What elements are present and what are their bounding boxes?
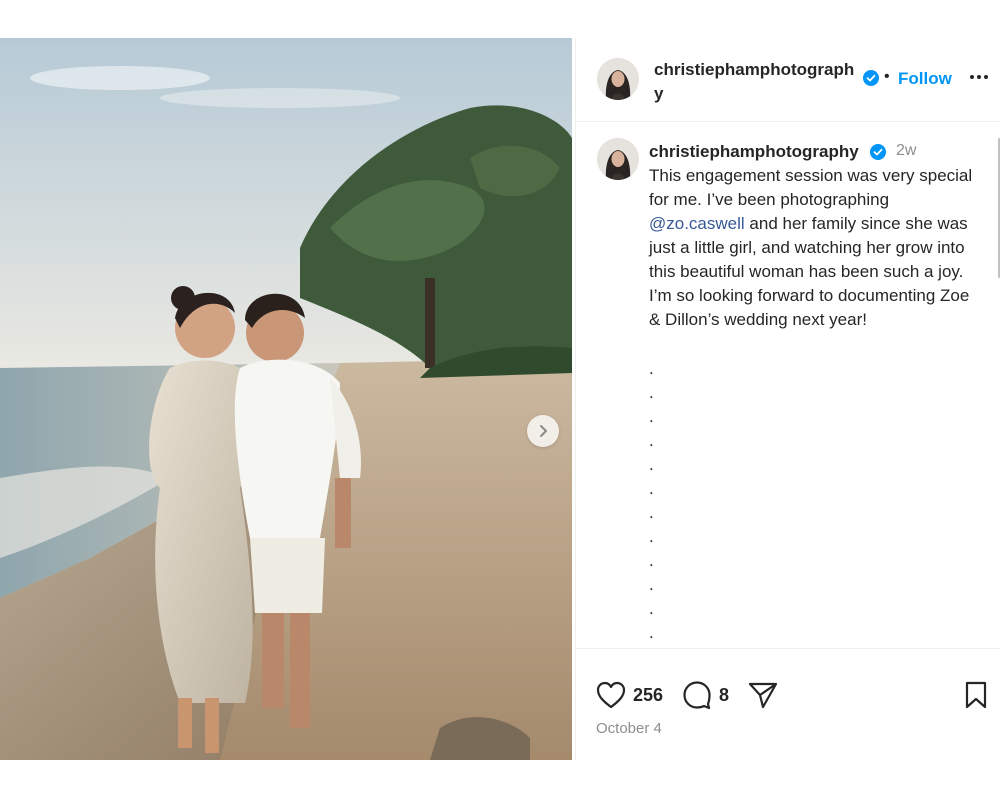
post-header: christiephamphotography • Follow (576, 38, 1000, 122)
follow-button[interactable]: Follow (898, 69, 952, 89)
share-icon (748, 682, 778, 709)
avatar-image (597, 138, 639, 180)
caption-text: This engagement session was very special… (649, 164, 979, 332)
caption-dots: . . . . . . . . . . . . (649, 357, 654, 645)
caption-dot: . (649, 383, 654, 402)
bookmark-icon (965, 681, 987, 709)
next-photo-button[interactable] (527, 415, 559, 447)
like-count[interactable]: 256 (633, 685, 663, 706)
caption-dot: . (649, 599, 654, 618)
comment-icon (683, 681, 711, 710)
comment-button[interactable]: 8 (682, 681, 729, 710)
author-username[interactable]: christiephamphotography (654, 58, 859, 106)
caption-dot: . (649, 503, 654, 522)
caption-avatar[interactable] (597, 138, 639, 180)
heart-icon (596, 681, 626, 709)
post-panel: christiephamphotography • Follow christi… (575, 38, 1000, 760)
mention-link[interactable]: @zo.caswell (649, 214, 745, 233)
caption-dot: . (649, 407, 654, 426)
caption-section: christiephamphotography 2w This engageme… (576, 123, 1000, 648)
separator-dot: • (884, 68, 890, 85)
post-photo-image (0, 38, 572, 760)
action-bar: 256 8 October 4 (576, 648, 1000, 760)
caption-dot: . (649, 551, 654, 570)
caption-dot: . (649, 359, 654, 378)
avatar-image (597, 58, 639, 100)
verified-icon (863, 70, 879, 86)
comment-count[interactable]: 8 (719, 685, 729, 706)
like-button[interactable]: 256 (596, 681, 663, 709)
caption-username[interactable]: christiephamphotography (649, 142, 859, 162)
chevron-right-icon (540, 425, 547, 437)
author-avatar[interactable] (597, 58, 639, 100)
more-icon[interactable] (967, 65, 991, 89)
caption-dot: . (649, 575, 654, 594)
caption-dot: . (649, 455, 654, 474)
verified-icon (870, 144, 886, 160)
caption-dot: . (649, 623, 654, 642)
post-photo[interactable] (0, 38, 572, 760)
caption-dot: . (649, 527, 654, 546)
caption-dot: . (649, 479, 654, 498)
caption-dot: . (649, 431, 654, 450)
share-button[interactable] (748, 681, 778, 709)
caption-text-part1: This engagement session was very special… (649, 166, 973, 209)
post-time-ago[interactable]: 2w (896, 142, 916, 160)
post-date: October 4 (596, 720, 662, 737)
save-button[interactable] (964, 681, 988, 709)
